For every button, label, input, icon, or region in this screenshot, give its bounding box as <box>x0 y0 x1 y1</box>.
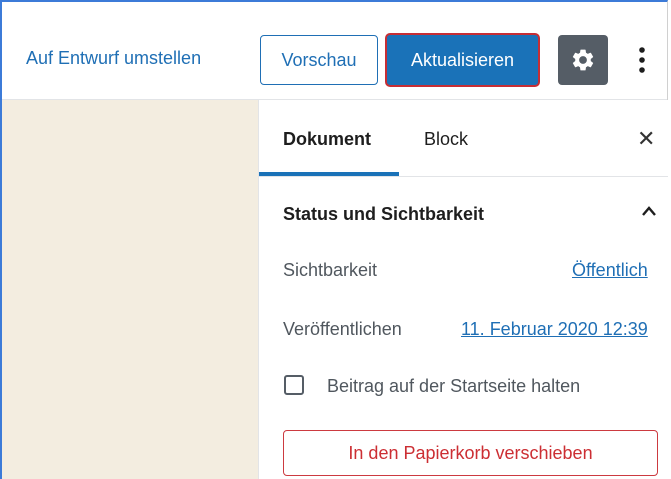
settings-button[interactable] <box>558 35 608 85</box>
editor-header: Auf Entwurf umstellen Vorschau Aktualisi… <box>2 2 667 100</box>
gear-icon <box>572 49 594 71</box>
more-options-button[interactable] <box>627 35 657 85</box>
preview-button-label: Vorschau <box>281 49 357 70</box>
update-button[interactable]: Aktualisieren <box>385 33 540 87</box>
preview-button[interactable]: Vorschau <box>260 35 378 85</box>
move-to-trash-label: In den Papierkorb verschieben <box>348 442 593 463</box>
visibility-link[interactable]: Öffentlich <box>572 260 648 281</box>
active-tab-indicator <box>259 172 399 176</box>
update-button-label: Aktualisieren <box>410 49 515 70</box>
move-to-trash-button[interactable]: In den Papierkorb verschieben <box>283 430 658 476</box>
visibility-label: Sichtbarkeit <box>283 260 378 280</box>
tab-document[interactable]: Dokument <box>283 129 371 150</box>
editor-canvas[interactable] <box>2 100 258 479</box>
sticky-post-checkbox[interactable] <box>284 375 304 395</box>
close-icon[interactable]: ✕ <box>637 126 655 152</box>
status-visibility-panel-title[interactable]: Status und Sichtbarkeit <box>283 204 484 225</box>
sticky-post-label[interactable]: Beitrag auf der Startseite halten <box>327 376 580 397</box>
settings-sidebar: Dokument Block ✕ Status und Sichtbarkeit… <box>258 100 668 479</box>
chevron-up-icon[interactable] <box>640 200 658 222</box>
tab-block[interactable]: Block <box>424 129 468 150</box>
publish-date-link[interactable]: 11. Februar 2020 12:39 <box>461 319 648 340</box>
sidebar-tabs: Dokument Block ✕ <box>259 100 668 177</box>
vertical-ellipsis-icon <box>639 47 645 73</box>
publish-label: Veröffentlichen <box>283 319 402 339</box>
switch-to-draft-link[interactable]: Auf Entwurf umstellen <box>26 48 201 69</box>
